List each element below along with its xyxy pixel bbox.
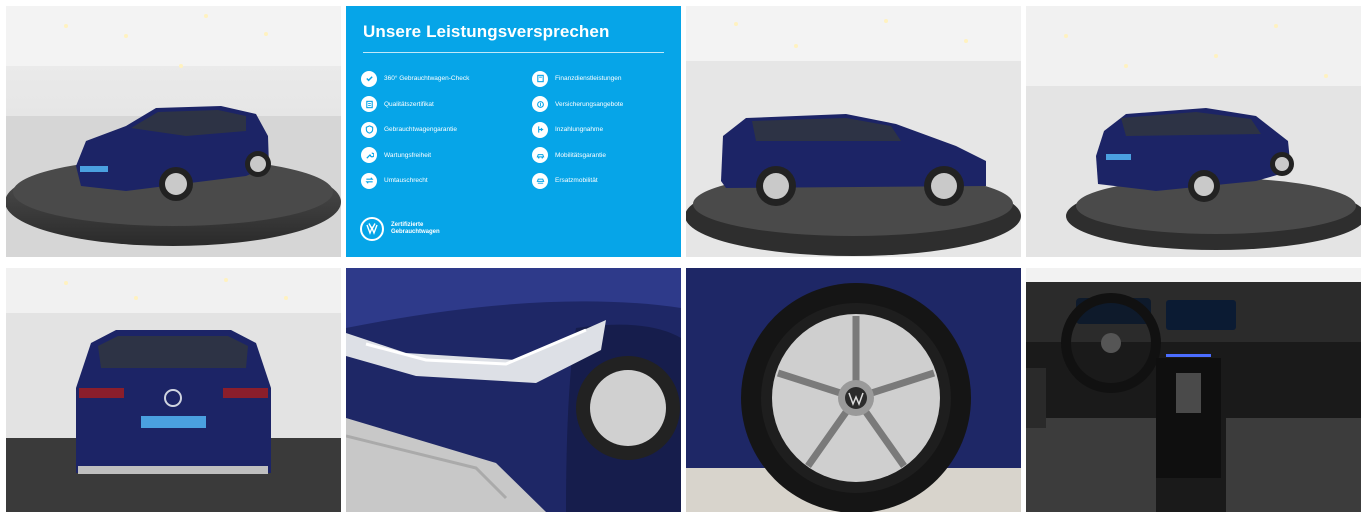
promise-item-label: Qualitätszertifikat — [384, 100, 434, 108]
promise-item: Versicherungsangebote — [532, 96, 681, 113]
promise-item: Umtauschrecht — [361, 172, 521, 189]
brand-line-2: Gebrauchtwagen — [391, 229, 440, 235]
promise-title: Unsere Leistungsversprechen — [363, 22, 610, 41]
brand-line-1: Zertifizierte — [391, 221, 424, 228]
car-rear-image — [6, 268, 341, 512]
gallery-photo-wheel[interactable] — [686, 268, 1021, 512]
promise-item-label: Mobilitätsgarantie — [555, 151, 606, 159]
mobility-icon — [532, 147, 548, 164]
promise-list-left: 360° Gebrauchtwagen-Check Qualitätszerti… — [361, 70, 521, 198]
promise-item: Ersatzmobilität — [532, 172, 681, 189]
promise-item: Wartungsfreiheit — [361, 147, 521, 164]
promise-item-label: Gebrauchtwagengarantie — [384, 126, 457, 134]
insurance-icon — [532, 96, 548, 113]
photo-gallery: Unsere Leistungsversprechen 360° Gebrauc… — [6, 6, 1361, 512]
gallery-photo-front-left[interactable] — [6, 6, 341, 257]
car-side-image — [686, 6, 1021, 257]
promise-item: Mobilitätsgarantie — [532, 147, 681, 164]
promise-item-label: Versicherungsangebote — [555, 100, 624, 108]
vw-logo-icon — [360, 217, 384, 241]
brand-text: Zertifizierte Gebrauchtwagen — [391, 222, 440, 237]
promise-item-label: 360° Gebrauchtwagen-Check — [384, 75, 470, 82]
promise-item: Gebrauchtwagengarantie — [361, 121, 521, 138]
interior-image — [1026, 268, 1361, 512]
promise-item-label: Umtauschrecht — [384, 177, 428, 185]
certificate-icon — [361, 96, 377, 113]
promise-item-label: Finanzdienstleistungen — [555, 75, 622, 82]
certified-used-cars-brand: Zertifizierte Gebrauchtwagen — [360, 217, 440, 241]
title-divider — [363, 52, 664, 53]
gallery-photo-headlight[interactable] — [346, 268, 681, 512]
gallery-photo-interior[interactable] — [1026, 268, 1361, 512]
promise-item-label: Wartungsfreiheit — [384, 151, 432, 159]
headlight-image — [346, 268, 681, 512]
promise-panel[interactable]: Unsere Leistungsversprechen 360° Gebrauc… — [346, 6, 681, 257]
car-rear-right-image — [1026, 6, 1361, 257]
gallery-photo-rear-right[interactable] — [1026, 6, 1361, 257]
exchange-icon — [361, 172, 377, 189]
promise-item: 360° Gebrauchtwagen-Check — [361, 70, 521, 87]
gallery-photo-side[interactable] — [686, 6, 1021, 257]
car-front-left-image — [6, 6, 341, 257]
promise-item-label: Inzahlungnahme — [555, 126, 604, 134]
wrench-icon — [361, 147, 377, 164]
promise-list-right: Finanzdienstleistungen Versicherungsange… — [532, 70, 681, 198]
promise-item: Qualitätszertifikat — [361, 96, 521, 113]
trade-in-icon — [532, 121, 548, 138]
promise-item: Inzahlungnahme — [532, 121, 681, 138]
promise-item: Finanzdienstleistungen — [532, 70, 681, 87]
gallery-photo-rear[interactable] — [6, 268, 341, 512]
replacement-car-icon — [532, 172, 548, 189]
shield-icon — [361, 121, 377, 138]
finance-icon — [532, 70, 548, 87]
promise-item-label: Ersatzmobilität — [555, 177, 598, 185]
check-badge-icon — [361, 70, 377, 87]
wheel-image — [686, 268, 1021, 512]
